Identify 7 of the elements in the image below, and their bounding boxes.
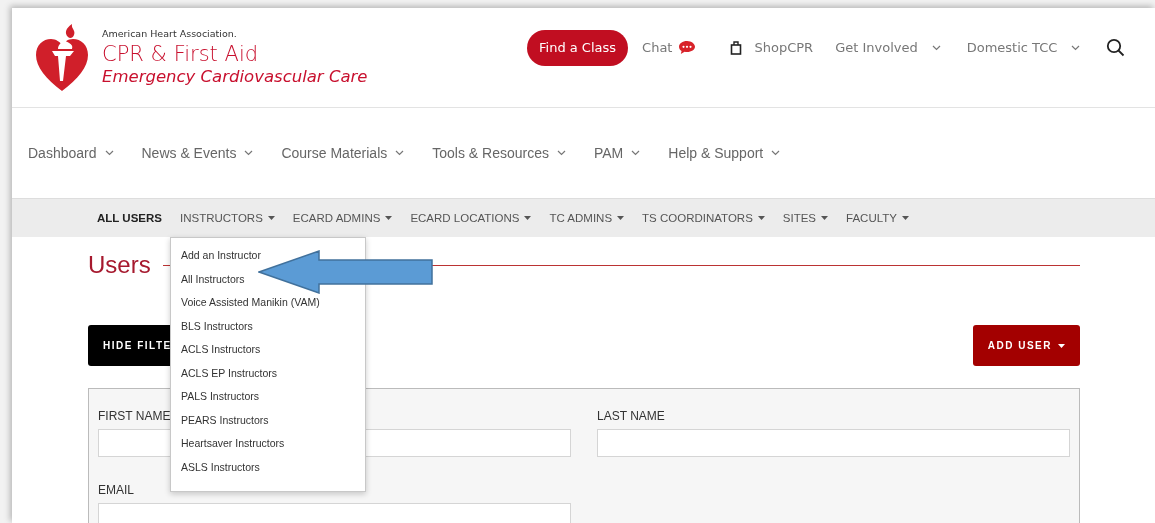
field-label: FIRST NAME bbox=[98, 409, 171, 423]
site-title: CPR & First Aid bbox=[102, 41, 260, 66]
field-label: LAST NAME bbox=[597, 409, 665, 423]
site-subtitle: Emergency Cardiovascular Care bbox=[102, 65, 368, 88]
field-label: EMAIL bbox=[98, 483, 134, 497]
organization-name: American Heart Association. bbox=[102, 27, 238, 39]
page-title: Users bbox=[88, 251, 151, 279]
